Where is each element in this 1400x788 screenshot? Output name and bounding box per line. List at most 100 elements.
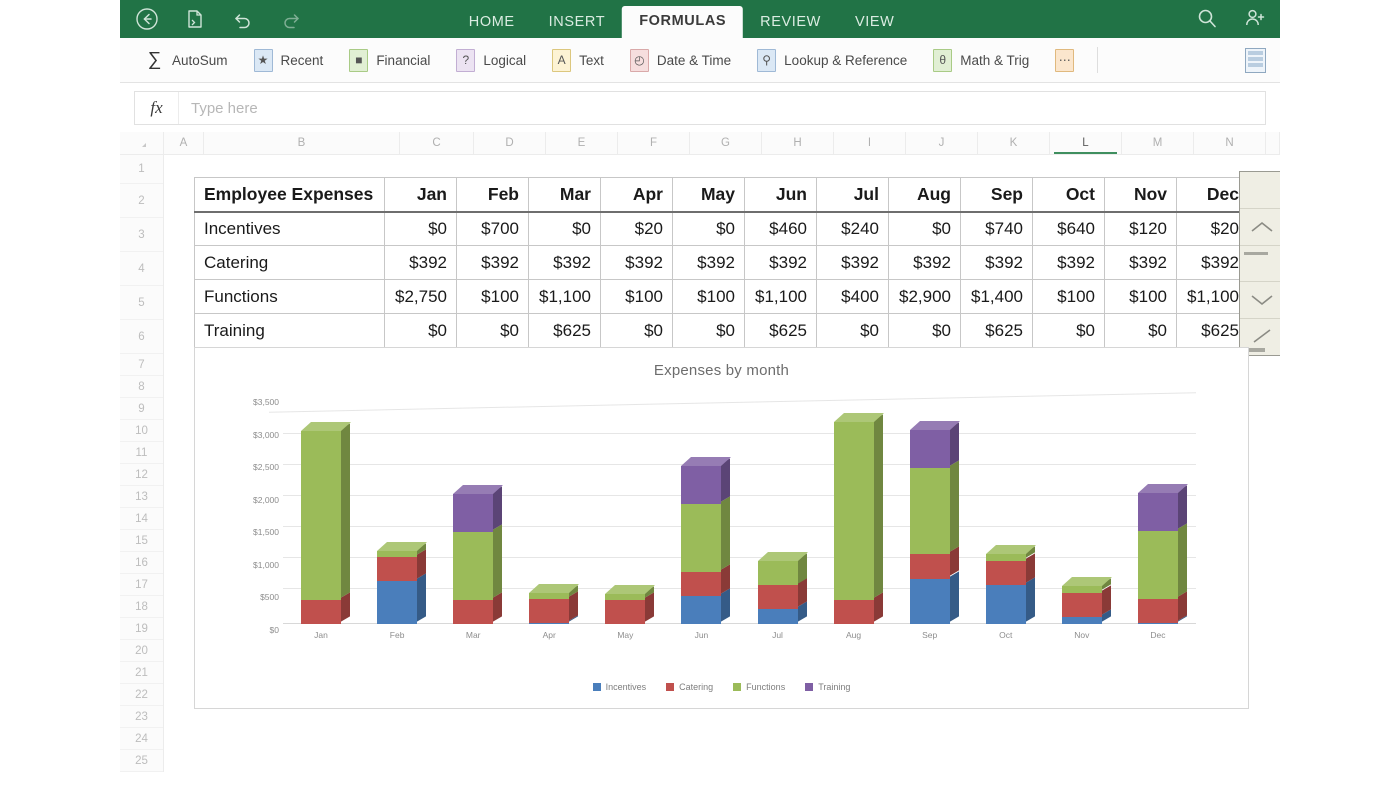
column-header-L[interactable]: L — [1050, 132, 1122, 154]
column-header-C[interactable]: C — [400, 132, 474, 154]
scrollbar-thumb-top[interactable] — [1240, 172, 1280, 209]
bar-column[interactable] — [833, 412, 884, 624]
tool-financial[interactable]: ■ Financial — [336, 38, 443, 83]
row-header-16[interactable]: 16 — [120, 552, 163, 574]
legend-item-training[interactable]: Training — [805, 682, 850, 692]
col-jan[interactable]: Jan — [384, 177, 457, 213]
vertical-scrollbar[interactable] — [1239, 171, 1280, 356]
cell[interactable]: $0 — [384, 313, 457, 348]
col-may[interactable]: May — [672, 177, 745, 213]
cell[interactable]: $640 — [1032, 211, 1105, 246]
cell[interactable]: $392 — [1032, 245, 1105, 280]
row-header-11[interactable]: 11 — [120, 442, 163, 464]
cell[interactable]: $392 — [816, 245, 889, 280]
row-header-12[interactable]: 12 — [120, 464, 163, 486]
row-header-10[interactable]: 10 — [120, 420, 163, 442]
search-icon[interactable] — [1194, 5, 1220, 31]
col-aug[interactable]: Aug — [888, 177, 961, 213]
column-header-N[interactable]: N — [1194, 132, 1266, 154]
open-file-icon[interactable] — [182, 6, 208, 32]
cell[interactable]: $0 — [1104, 313, 1177, 348]
tool-recent[interactable]: ★ Recent — [241, 38, 337, 83]
row-header-22[interactable]: 22 — [120, 684, 163, 706]
row-header-8[interactable]: 8 — [120, 376, 163, 398]
cell[interactable]: $460 — [744, 211, 817, 246]
bar-column[interactable] — [985, 545, 1036, 624]
tool-autosum[interactable]: ∑ AutoSum — [132, 38, 241, 83]
row-header-13[interactable]: 13 — [120, 486, 163, 508]
cell[interactable]: $0 — [1032, 313, 1105, 348]
bar-column[interactable] — [757, 551, 808, 624]
legend-item-catering[interactable]: Catering — [666, 682, 713, 692]
tool-more-functions[interactable]: ⋯ — [1042, 38, 1087, 83]
cell[interactable]: $625 — [528, 313, 601, 348]
cell[interactable]: $100 — [672, 279, 745, 314]
cell[interactable]: $392 — [600, 245, 673, 280]
tool-text[interactable]: A Text — [539, 38, 617, 83]
column-header-A[interactable]: A — [164, 132, 204, 154]
scrollbar-track-middle[interactable] — [1240, 246, 1280, 283]
cell[interactable]: $20 — [1176, 211, 1249, 246]
undo-icon[interactable] — [230, 6, 256, 32]
col-jul[interactable]: Jul — [816, 177, 889, 213]
cell[interactable]: $1,100 — [744, 279, 817, 314]
cell[interactable]: $120 — [1104, 211, 1177, 246]
column-header-D[interactable]: D — [474, 132, 546, 154]
row-label-training[interactable]: Training — [194, 313, 385, 348]
cell[interactable]: $2,900 — [888, 279, 961, 314]
column-header-G[interactable]: G — [690, 132, 762, 154]
row-header-15[interactable]: 15 — [120, 530, 163, 552]
col-sep[interactable]: Sep — [960, 177, 1033, 213]
row-header-5[interactable]: 5 — [120, 286, 163, 320]
row-header-1[interactable]: 1 — [120, 155, 163, 184]
row-header-3[interactable]: 3 — [120, 218, 163, 252]
back-icon[interactable] — [134, 6, 160, 32]
cell[interactable]: $100 — [1032, 279, 1105, 314]
column-header-E[interactable]: E — [546, 132, 618, 154]
cell[interactable]: $100 — [456, 279, 529, 314]
cell[interactable]: $625 — [1176, 313, 1249, 348]
row-header-4[interactable]: 4 — [120, 252, 163, 286]
cell[interactable]: $1,100 — [1176, 279, 1249, 314]
cell[interactable]: $392 — [888, 245, 961, 280]
tab-review[interactable]: REVIEW — [743, 7, 838, 39]
column-header-B[interactable]: B — [204, 132, 400, 154]
row-header-14[interactable]: 14 — [120, 508, 163, 530]
select-all-corner[interactable] — [120, 132, 164, 154]
col-nov[interactable]: Nov — [1104, 177, 1177, 213]
row-header-7[interactable]: 7 — [120, 354, 163, 376]
formula-input[interactable] — [179, 92, 1265, 124]
column-header-F[interactable]: F — [618, 132, 690, 154]
tab-insert[interactable]: INSERT — [532, 7, 623, 39]
row-header-17[interactable]: 17 — [120, 574, 163, 596]
cell[interactable]: $1,400 — [960, 279, 1033, 314]
bar-column[interactable] — [605, 584, 656, 624]
row-header-19[interactable]: 19 — [120, 618, 163, 640]
redo-icon[interactable] — [278, 6, 304, 32]
tool-logical[interactable]: ? Logical — [443, 38, 539, 83]
tab-view[interactable]: VIEW — [838, 7, 911, 39]
row-header-9[interactable]: 9 — [120, 398, 163, 420]
sheet-canvas[interactable]: Employee Expenses Jan Feb Mar Apr May Ju… — [164, 155, 1280, 760]
bar-column[interactable] — [1137, 483, 1188, 624]
cell[interactable]: $0 — [456, 313, 529, 348]
bar-column[interactable] — [529, 583, 580, 624]
cell[interactable]: $0 — [600, 313, 673, 348]
col-oct[interactable]: Oct — [1032, 177, 1105, 213]
cell[interactable]: $20 — [600, 211, 673, 246]
row-label-functions[interactable]: Functions — [194, 279, 385, 314]
col-mar[interactable]: Mar — [528, 177, 601, 213]
cell[interactable]: $392 — [1104, 245, 1177, 280]
legend-item-incentives[interactable]: Incentives — [592, 682, 646, 692]
cell[interactable]: $0 — [672, 211, 745, 246]
column-header-H[interactable]: H — [762, 132, 834, 154]
row-header-2[interactable]: 2 — [120, 184, 163, 218]
row-header-20[interactable]: 20 — [120, 640, 163, 662]
cell[interactable]: $0 — [384, 211, 457, 246]
cell[interactable]: $100 — [600, 279, 673, 314]
cell[interactable]: $0 — [888, 313, 961, 348]
row-header-18[interactable]: 18 — [120, 596, 163, 618]
cell[interactable]: $700 — [456, 211, 529, 246]
col-dec[interactable]: Dec — [1176, 177, 1249, 213]
row-header-25[interactable]: 25 — [120, 750, 163, 772]
